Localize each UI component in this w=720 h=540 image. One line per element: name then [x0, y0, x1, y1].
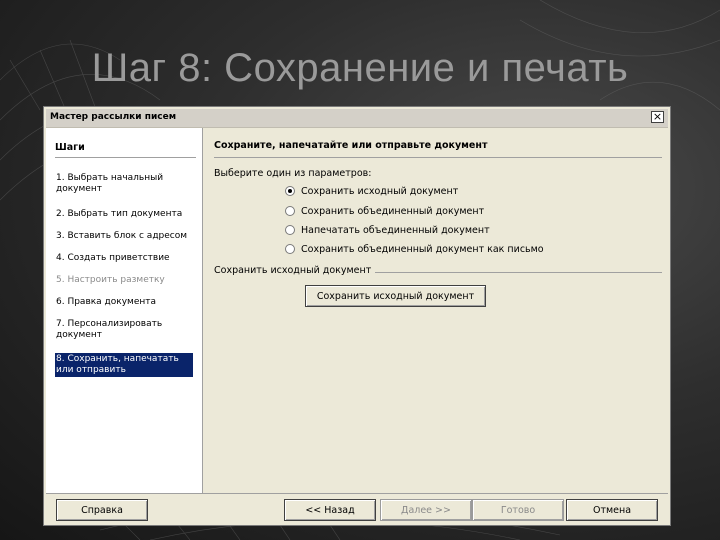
content-divider	[214, 157, 662, 158]
back-button[interactable]: << Назад	[284, 499, 376, 521]
close-button[interactable]: ×	[651, 111, 664, 123]
finish-button[interactable]: Готово	[472, 499, 564, 521]
step-4[interactable]: 4. Создать приветствие	[55, 252, 193, 265]
step-8[interactable]: 8. Сохранить, напечатать или отправить	[55, 353, 193, 377]
content-heading: Сохраните, напечатайте или отправьте док…	[214, 140, 488, 151]
cancel-button[interactable]: Отмена	[566, 499, 658, 521]
radio-icon[interactable]	[285, 186, 295, 196]
next-button[interactable]: Далее >>	[380, 499, 472, 521]
steps-divider	[55, 157, 196, 158]
group-divider	[362, 272, 662, 273]
save-source-document-button[interactable]: Сохранить исходный документ	[305, 285, 486, 307]
group-label: Сохранить исходный документ	[214, 265, 376, 276]
choose-label: Выберите один из параметров:	[214, 168, 372, 179]
step-2[interactable]: 2. Выбрать тип документа	[55, 208, 193, 221]
dialog-titlebar: Мастер рассылки писем ×	[46, 109, 668, 128]
dialog-title: Мастер рассылки писем	[50, 112, 177, 122]
option-save-source[interactable]: Сохранить исходный документ	[285, 184, 458, 198]
option-label: Сохранить объединенный документ	[301, 205, 485, 217]
steps-panel: Шаги 1. Выбрать начальный документ 2. Вы…	[46, 128, 203, 493]
option-label: Напечатать объединенный документ	[301, 224, 490, 236]
option-save-merged[interactable]: Сохранить объединенный документ	[285, 204, 484, 218]
radio-icon[interactable]	[285, 225, 295, 235]
step-1[interactable]: 1. Выбрать начальный документ	[55, 172, 193, 196]
footer-divider	[46, 493, 668, 494]
option-send-as-email[interactable]: Сохранить объединенный документ как пись…	[285, 242, 544, 256]
step-7[interactable]: 7. Персонализировать документ	[55, 318, 193, 342]
steps-heading: Шаги	[55, 142, 85, 153]
option-label: Сохранить исходный документ	[301, 185, 459, 197]
step-3[interactable]: 3. Вставить блок с адресом	[55, 230, 193, 243]
radio-icon[interactable]	[285, 206, 295, 216]
option-print-merged[interactable]: Напечатать объединенный документ	[285, 223, 490, 237]
mail-merge-wizard-dialog: Мастер рассылки писем × Шаги 1. Выбрать …	[43, 106, 671, 526]
radio-icon[interactable]	[285, 244, 295, 254]
close-icon: ×	[652, 110, 663, 123]
step-6[interactable]: 6. Правка документа	[55, 296, 193, 309]
option-label: Сохранить объединенный документ как пись…	[301, 243, 544, 255]
help-button[interactable]: Справка	[56, 499, 148, 521]
step-5[interactable]: 5. Настроить разметку	[55, 274, 193, 287]
slide-title: Шаг 8: Сохранение и печать	[91, 46, 629, 90]
